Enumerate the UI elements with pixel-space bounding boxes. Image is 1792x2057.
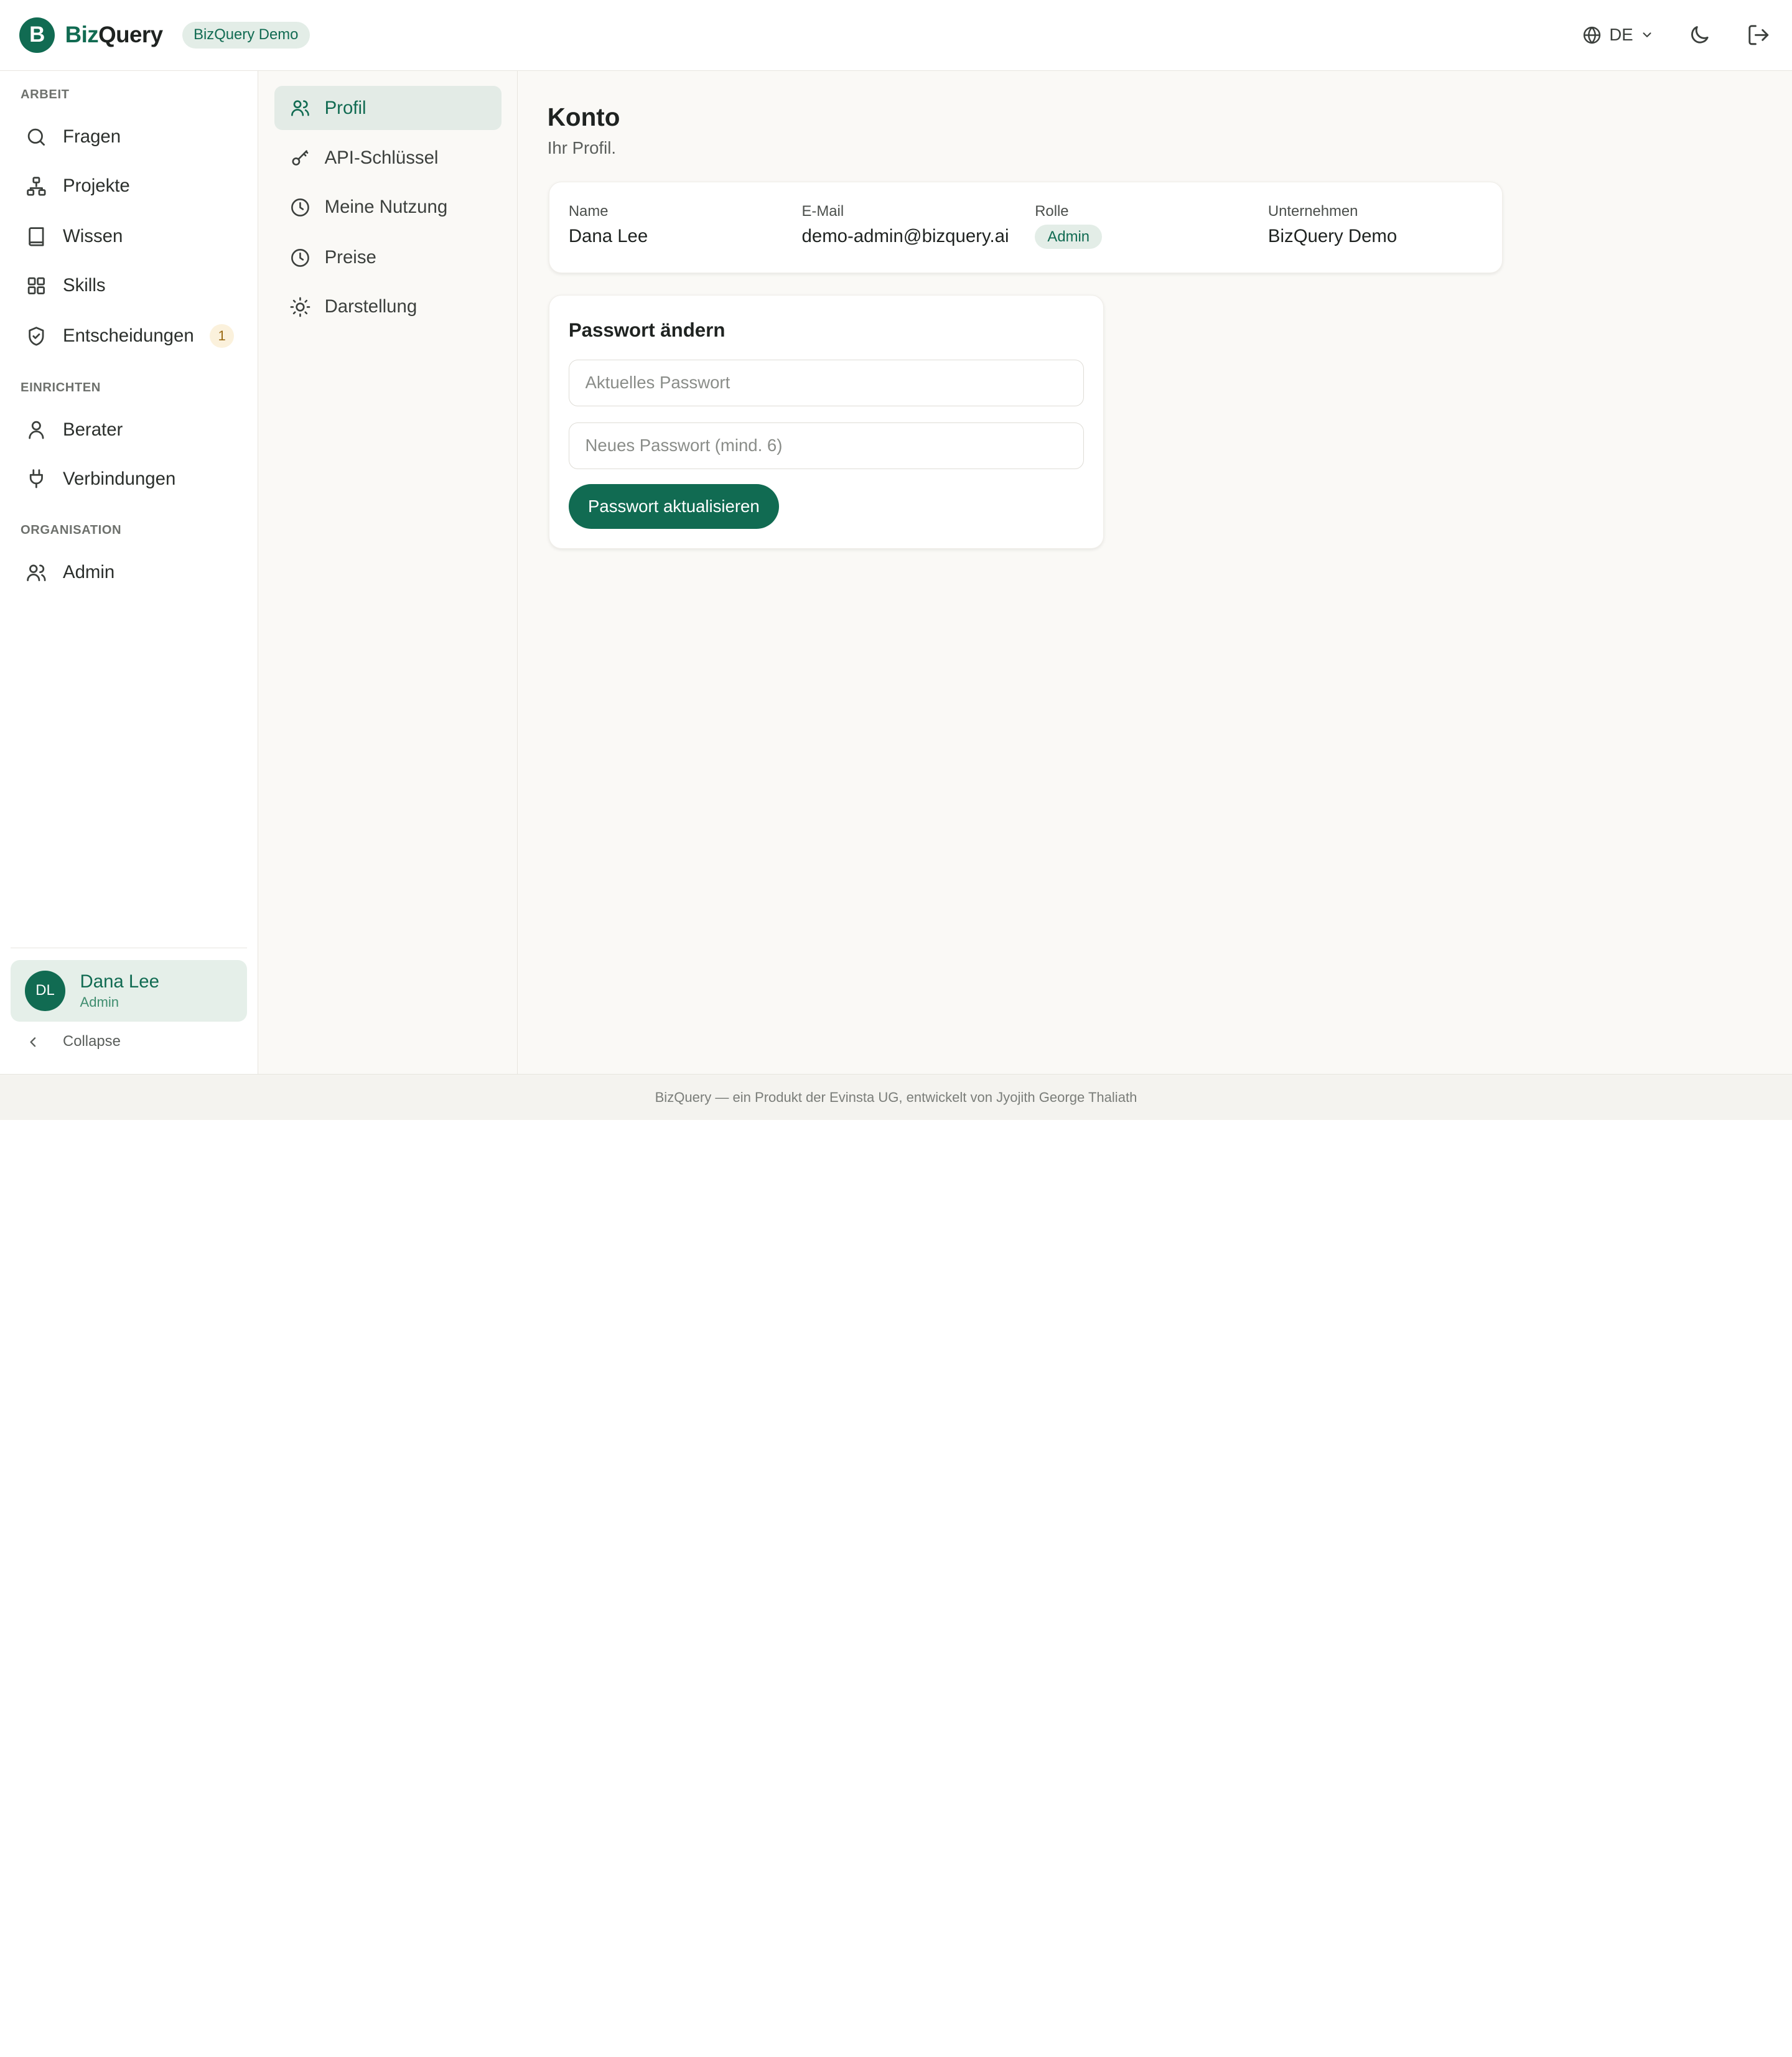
subnav-item-label: Darstellung <box>324 296 418 317</box>
sidebar-item-label: Fragen <box>63 126 121 147</box>
dark-mode-toggle[interactable] <box>1686 21 1713 49</box>
name-label: Name <box>568 203 609 220</box>
brand-name[interactable]: BizQuery <box>65 22 163 48</box>
users-icon <box>289 97 311 119</box>
subnav-item-appearance[interactable]: Darstellung <box>274 284 502 329</box>
sidebar-item-label: Wissen <box>63 226 123 247</box>
logout-icon <box>1747 23 1771 47</box>
sidebar-item-label: Projekte <box>63 175 130 197</box>
profile-name-field: Name Dana Lee <box>569 203 786 247</box>
change-password-title: Passwort ändern <box>568 319 726 342</box>
sidebar-item-admin[interactable]: Admin <box>25 556 242 590</box>
shield-check-icon <box>25 325 48 348</box>
sun-icon <box>289 296 311 318</box>
profile-role-field: Rolle Admin <box>1035 203 1252 250</box>
collapse-sidebar-button[interactable]: Collapse <box>25 1033 121 1050</box>
org-badge: BizQuery Demo <box>182 22 310 49</box>
user-meta: Dana Lee Admin <box>80 971 159 1011</box>
top-header: B BizQuery BizQuery Demo DE <box>0 0 1792 71</box>
sidebar-item-decisions[interactable]: Entscheidungen 1 <box>25 319 242 353</box>
sidebar-item-label: Verbindungen <box>63 468 176 489</box>
new-password-input[interactable] <box>568 422 1085 470</box>
header-actions: DE <box>1582 21 1772 49</box>
subnav-item-profile[interactable]: Profil <box>274 85 502 131</box>
sidebar-item-knowledge[interactable]: Wissen <box>25 220 242 254</box>
user-card[interactable]: DL Dana Lee Admin <box>10 959 247 1022</box>
section-label-organisation: ORGANISATION <box>21 523 122 538</box>
sidebar-item-connections[interactable]: Verbindungen <box>25 462 242 496</box>
plug-icon <box>25 467 48 490</box>
role-badge: Admin <box>1035 225 1103 250</box>
email-label: E-Mail <box>801 203 844 220</box>
change-password-card: Passwort ändern Passwort aktualisieren <box>548 294 1104 549</box>
brand-part-query: Query <box>98 22 163 48</box>
profile-card: Name Dana Lee E-Mail demo-admin@bizquery… <box>548 182 1503 273</box>
book-icon <box>25 225 48 248</box>
collapse-label: Collapse <box>63 1033 121 1050</box>
logout-button[interactable] <box>1745 21 1773 49</box>
page-title: Konto <box>547 103 620 132</box>
chevron-down-icon <box>1640 28 1654 42</box>
sidebar-item-advisors[interactable]: Berater <box>25 413 242 447</box>
moon-icon <box>1687 23 1712 47</box>
grid-icon <box>25 274 48 297</box>
subnav-item-label: API-Schlüssel <box>324 147 439 169</box>
subnav-item-api-keys[interactable]: API-Schlüssel <box>274 136 502 181</box>
chevron-left-icon <box>25 1034 41 1050</box>
subnav-item-usage[interactable]: Meine Nutzung <box>274 185 502 230</box>
globe-icon <box>1582 25 1602 45</box>
avatar: DL <box>25 971 65 1011</box>
name-value: Dana Lee <box>568 226 648 247</box>
sidebar-item-label: Berater <box>63 419 123 440</box>
language-selector[interactable]: DE <box>1582 25 1653 45</box>
subnav-item-pricing[interactable]: Preise <box>274 235 502 280</box>
account-subnav: Profil API-Schlüssel Meine Nutzung Preis… <box>258 70 518 1075</box>
language-code: DE <box>1609 25 1633 45</box>
section-label-setup: EINRICHTEN <box>21 380 101 394</box>
clock-icon <box>289 247 311 269</box>
page-subtitle: Ihr Profil. <box>547 138 616 158</box>
brand-part-biz: Biz <box>65 22 99 48</box>
current-password-input[interactable] <box>568 359 1085 406</box>
email-value: demo-admin@bizquery.ai <box>801 226 1009 247</box>
company-value: BizQuery Demo <box>1267 226 1398 247</box>
user-role: Admin <box>80 994 119 1010</box>
profile-email-field: E-Mail demo-admin@bizquery.ai <box>802 203 1017 247</box>
user-name: Dana Lee <box>80 971 159 992</box>
app-root: B BizQuery BizQuery Demo DE ARBEIT Frage… <box>0 0 1792 1120</box>
sidebar: ARBEIT Fragen Projekte Wissen Skills Ent… <box>0 70 259 1075</box>
sidebar-divider <box>10 947 247 949</box>
footer-text: BizQuery — ein Produkt der Evinsta UG, e… <box>655 1089 1137 1105</box>
sidebar-item-questions[interactable]: Fragen <box>25 120 242 154</box>
sidebar-item-projects[interactable]: Projekte <box>25 169 242 203</box>
subnav-item-label: Meine Nutzung <box>324 197 448 218</box>
users-icon <box>25 561 48 584</box>
search-icon <box>25 126 48 149</box>
company-label: Unternehmen <box>1267 203 1358 220</box>
section-label-work: ARBEIT <box>21 88 70 102</box>
key-icon <box>289 147 311 169</box>
sitemap-icon <box>25 175 48 198</box>
sidebar-item-skills[interactable]: Skills <box>25 269 242 303</box>
decisions-count-badge: 1 <box>210 324 234 348</box>
sidebar-item-label: Skills <box>63 275 106 296</box>
role-label: Rolle <box>1035 203 1069 220</box>
update-password-button[interactable]: Passwort aktualisieren <box>568 483 779 529</box>
footer: BizQuery — ein Produkt der Evinsta UG, e… <box>0 1074 1792 1120</box>
clock-icon <box>289 197 311 218</box>
sidebar-item-label: Admin <box>63 562 115 583</box>
subnav-item-label: Profil <box>324 97 366 118</box>
profile-company-field: Unternehmen BizQuery Demo <box>1268 203 1485 247</box>
user-icon <box>25 418 48 441</box>
sidebar-item-label: Entscheidungen <box>63 325 194 346</box>
logo-badge[interactable]: B <box>19 17 55 53</box>
subnav-item-label: Preise <box>324 247 376 268</box>
